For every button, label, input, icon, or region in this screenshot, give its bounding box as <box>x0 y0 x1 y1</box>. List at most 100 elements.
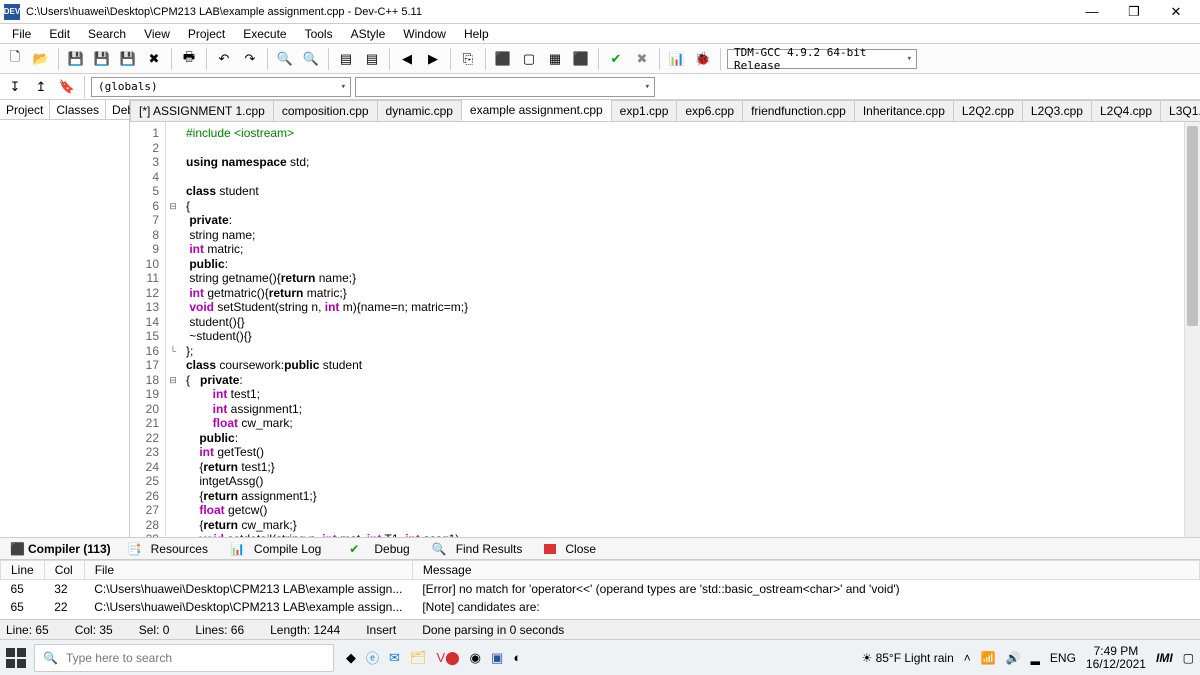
run-icon[interactable]: ▢ <box>518 48 540 70</box>
app-explorer-icon[interactable]: 🗂 <box>410 650 427 666</box>
notifications-icon[interactable]: ▢ <box>1183 651 1194 665</box>
menu-help[interactable]: Help <box>456 25 497 43</box>
app-pdf-icon[interactable]: V⬤ <box>436 650 459 666</box>
compile-icon[interactable]: ⬛ <box>492 48 514 70</box>
filetab[interactable]: L3Q1.cpp <box>1160 100 1200 121</box>
tab-compiler[interactable]: ⬛ Compiler (113) <box>4 540 117 558</box>
filetab[interactable]: L2Q2.cpp <box>953 100 1023 121</box>
vertical-scrollbar[interactable] <box>1184 122 1200 537</box>
filetab[interactable]: example assignment.cpp <box>461 100 612 121</box>
col-line[interactable]: Line <box>1 561 45 580</box>
error-row[interactable]: 6522C:\Users\huawei\Desktop\CPM213 LAB\e… <box>1 598 1200 616</box>
saveall-icon[interactable]: 💾 <box>91 48 113 70</box>
start-button[interactable] <box>6 648 26 668</box>
tab-debug[interactable]: ✔ Debug <box>337 538 421 560</box>
debug-toolbar-icon[interactable]: 🐞 <box>692 48 714 70</box>
clock[interactable]: 7:49 PM 16/12/2021 <box>1086 645 1146 671</box>
menu-search[interactable]: Search <box>80 25 134 43</box>
bookmark-icon[interactable]: 🔖 <box>56 76 78 98</box>
saveas-icon[interactable]: 💾 <box>117 48 139 70</box>
find-icon[interactable]: 🔍 <box>274 48 296 70</box>
filetab[interactable]: Inheritance.cpp <box>854 100 954 121</box>
filetab[interactable]: [*] ASSIGNMENT 1.cpp <box>130 100 274 121</box>
app-edge-icon[interactable]: ⓔ <box>366 648 379 667</box>
close-file-icon[interactable]: ✖ <box>143 48 165 70</box>
app-store-icon[interactable]: ◆ <box>346 650 356 666</box>
redo-icon[interactable]: ↷ <box>239 48 261 70</box>
weather-widget[interactable]: ☀ 85°F Light rain <box>861 651 953 665</box>
app-other-icon[interactable]: ◐ <box>513 650 521 665</box>
code-editor[interactable]: 1234567891011121314151617181920212223242… <box>130 122 1200 537</box>
maximize-button[interactable]: ❐ <box>1120 4 1148 20</box>
filetab[interactable]: exp6.cpp <box>676 100 743 121</box>
filetab[interactable]: exp1.cpp <box>611 100 678 121</box>
member-select[interactable] <box>355 77 655 97</box>
reformat-icon[interactable]: ▤ <box>335 48 357 70</box>
nav-toolbar: ↧ ↥ 🔖 (globals) <box>0 74 1200 100</box>
col-col[interactable]: Col <box>44 561 84 580</box>
menu-tools[interactable]: Tools <box>297 25 341 43</box>
filetab[interactable]: composition.cpp <box>273 100 378 121</box>
filetab[interactable]: friendfunction.cpp <box>742 100 855 121</box>
open-icon[interactable]: 📂 <box>30 48 52 70</box>
ime-icon[interactable]: IMI <box>1156 651 1173 665</box>
wifi-icon[interactable]: 📶 <box>981 651 996 665</box>
undo-icon[interactable]: ↶ <box>213 48 235 70</box>
check-icon[interactable]: ✔ <box>605 48 627 70</box>
menu-edit[interactable]: Edit <box>41 25 78 43</box>
menu-file[interactable]: File <box>4 25 39 43</box>
print-icon[interactable]: 🖶 <box>178 48 200 70</box>
new-icon[interactable]: 🗋 <box>4 48 26 70</box>
fold-column[interactable]: ⊟└⊟⊟ <box>166 122 180 537</box>
filetab[interactable]: L2Q3.cpp <box>1022 100 1092 121</box>
menu-project[interactable]: Project <box>180 25 233 43</box>
replace-icon[interactable]: 🔍 <box>300 48 322 70</box>
close-button[interactable]: ✕ <box>1162 4 1190 20</box>
chevron-up-icon[interactable]: ˄ <box>964 651 971 665</box>
menu-window[interactable]: Window <box>395 25 454 43</box>
filetab[interactable]: dynamic.cpp <box>377 100 462 121</box>
col-file[interactable]: File <box>84 561 412 580</box>
system-tray: ☀ 85°F Light rain ˄ 📶 🔊 ▂ ENG 7:49 PM 16… <box>861 645 1194 671</box>
status-col: Col: 35 <box>75 623 113 637</box>
goto-icon[interactable]: ⎘ <box>457 48 479 70</box>
nav-fwd-icon[interactable]: ▶ <box>422 48 444 70</box>
col-message[interactable]: Message <box>412 561 1199 580</box>
compiler-select[interactable]: TDM-GCC 4.9.2 64-bit Release <box>727 49 917 69</box>
tab-find[interactable]: 🔍 Find Results <box>426 538 535 560</box>
error-list[interactable]: Line Col File Message 6532C:\Users\huawe… <box>0 560 1200 619</box>
goto-func-icon[interactable]: ↧ <box>4 76 26 98</box>
status-bar: Line: 65 Col: 35 Sel: 0 Lines: 66 Length… <box>0 619 1200 639</box>
rebuild-icon[interactable]: ⬛ <box>570 48 592 70</box>
save-icon[interactable]: 💾 <box>65 48 87 70</box>
app-mail-icon[interactable]: ✉ <box>389 650 400 666</box>
tab-close[interactable]: Close <box>538 538 608 560</box>
volume-icon[interactable]: 🔊 <box>1006 651 1021 665</box>
compile-run-icon[interactable]: ▦ <box>544 48 566 70</box>
minimize-button[interactable]: — <box>1078 4 1106 20</box>
reformat2-icon[interactable]: ▤ <box>361 48 383 70</box>
window-title: C:\Users\huawei\Desktop\CPM213 LAB\examp… <box>26 6 1078 18</box>
app-chrome-icon[interactable]: ◉ <box>470 650 481 666</box>
scrollbar-thumb[interactable] <box>1187 126 1198 326</box>
goto-decl-icon[interactable]: ↥ <box>30 76 52 98</box>
battery-icon[interactable]: ▂ <box>1031 651 1040 665</box>
code-content[interactable]: #include <iostream>using namespace std;c… <box>180 122 1200 537</box>
scope-select[interactable]: (globals) <box>91 77 351 97</box>
menu-astyle[interactable]: AStyle <box>343 25 394 43</box>
search-icon: 🔍 <box>43 651 58 665</box>
tab-compilelog[interactable]: 📊 Compile Log <box>224 538 333 560</box>
error-row[interactable]: 6532C:\Users\huawei\Desktop\CPM213 LAB\e… <box>1 580 1200 599</box>
tab-resources[interactable]: 📑 Resources <box>121 538 220 560</box>
app-devcpp-icon[interactable]: ▣ <box>491 650 503 666</box>
abort-icon[interactable]: ✖ <box>631 48 653 70</box>
taskbar-search[interactable]: 🔍 Type here to search <box>34 644 334 672</box>
language-indicator[interactable]: ENG <box>1050 651 1076 665</box>
sidetab-classes[interactable]: Classes <box>50 100 106 119</box>
filetab[interactable]: L2Q4.cpp <box>1091 100 1161 121</box>
profile-icon[interactable]: 📊 <box>666 48 688 70</box>
menu-execute[interactable]: Execute <box>235 25 294 43</box>
nav-back-icon[interactable]: ◀ <box>396 48 418 70</box>
menu-view[interactable]: View <box>136 25 178 43</box>
sidetab-project[interactable]: Project <box>0 100 50 119</box>
